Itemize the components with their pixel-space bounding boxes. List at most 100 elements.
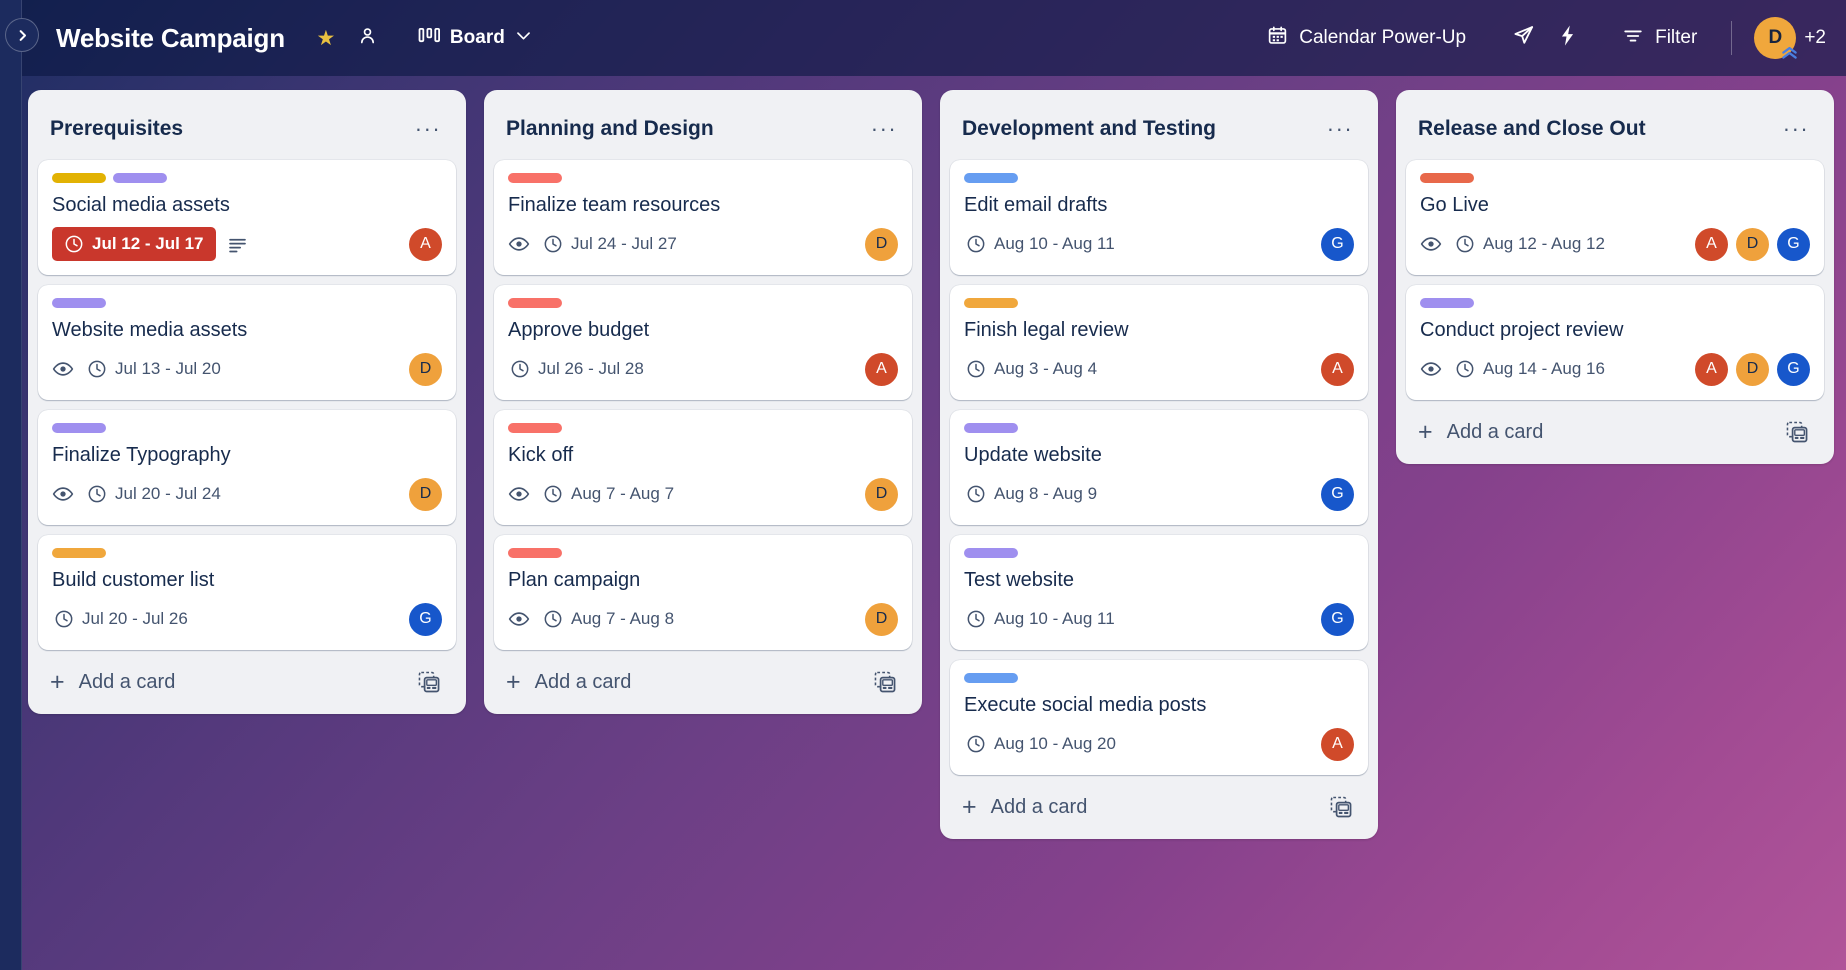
clock-icon: [1455, 234, 1475, 254]
due-date-badge[interactable]: Jul 20 - Jul 26: [52, 606, 190, 632]
card-label-chip[interactable]: [52, 548, 106, 558]
add-card-button[interactable]: + Add a card: [494, 652, 912, 714]
card-tile[interactable]: Execute social media posts Aug 10 - Aug …: [950, 660, 1368, 775]
list-title[interactable]: Planning and Design: [506, 117, 868, 141]
list-header: Planning and Design ···: [494, 100, 912, 160]
avatar[interactable]: G: [1321, 227, 1354, 261]
due-date-badge[interactable]: Aug 14 - Aug 16: [1453, 356, 1607, 382]
card-label-chip[interactable]: [52, 298, 106, 308]
list-title[interactable]: Prerequisites: [50, 117, 412, 141]
avatar[interactable]: D: [1736, 352, 1769, 386]
board-view-icon: [418, 26, 441, 50]
avatar[interactable]: D: [1736, 227, 1769, 261]
card-template-icon[interactable]: [414, 667, 444, 697]
due-date-badge[interactable]: Jul 26 - Jul 28: [508, 356, 646, 382]
star-button[interactable]: ★: [307, 19, 345, 57]
card-label-chip[interactable]: [508, 548, 562, 558]
list-actions-icon[interactable]: ···: [868, 113, 900, 145]
board-visibility-button[interactable]: [349, 19, 387, 57]
card-template-icon[interactable]: [870, 667, 900, 697]
avatar[interactable]: D: [865, 602, 898, 636]
card-tile[interactable]: Test website Aug 10 - Aug 11 G: [950, 535, 1368, 650]
board-header: Website Campaign ★ Board Calendar Power-…: [22, 0, 1846, 76]
avatar[interactable]: D: [865, 227, 898, 261]
card-tile[interactable]: Social media assets Jul 12 - Jul 17 A: [38, 160, 456, 275]
member-overflow-count[interactable]: +2: [1804, 27, 1826, 49]
card-label-chip[interactable]: [113, 173, 167, 183]
plus-icon: +: [962, 792, 977, 821]
card-template-icon[interactable]: [1326, 792, 1356, 822]
card-template-icon[interactable]: [1782, 417, 1812, 447]
due-date-badge[interactable]: Aug 10 - Aug 11: [964, 606, 1117, 632]
avatar[interactable]: A: [1321, 352, 1354, 386]
avatar[interactable]: D: [409, 477, 442, 511]
avatar[interactable]: D: [1754, 17, 1798, 59]
card-tile[interactable]: Kick off Aug 7 - Aug 7 D: [494, 410, 912, 525]
card-label-chip[interactable]: [52, 423, 106, 433]
card-label-chip[interactable]: [964, 673, 1018, 683]
avatar[interactable]: G: [1321, 477, 1354, 511]
card-tile[interactable]: Finalize Typography Jul 20 - Jul 24 D: [38, 410, 456, 525]
card-footer: Aug 7 - Aug 7 D: [508, 477, 898, 511]
list-actions-icon[interactable]: ···: [1780, 113, 1812, 145]
card-label-chip[interactable]: [964, 298, 1018, 308]
due-date-badge[interactable]: Aug 10 - Aug 20: [964, 731, 1118, 757]
automation-button[interactable]: [1548, 19, 1586, 57]
due-date-badge[interactable]: Aug 7 - Aug 8: [541, 606, 676, 632]
card-tile[interactable]: Edit email drafts Aug 10 - Aug 11 G: [950, 160, 1368, 275]
list-title[interactable]: Release and Close Out: [1418, 117, 1780, 141]
avatar[interactable]: A: [409, 227, 442, 261]
add-card-button[interactable]: + Add a card: [1406, 402, 1824, 464]
due-date-badge[interactable]: Aug 10 - Aug 11: [964, 231, 1117, 257]
card-tile[interactable]: Go Live Aug 12 - Aug 12 A D G: [1406, 160, 1824, 275]
add-card-label: Add a card: [534, 670, 632, 693]
card-label-chip[interactable]: [1420, 173, 1474, 183]
avatar[interactable]: D: [865, 477, 898, 511]
card-tile[interactable]: Conduct project review Aug 14 - Aug 16 A D…: [1406, 285, 1824, 400]
avatar[interactable]: D: [409, 352, 442, 386]
sidebar-expand-button[interactable]: [5, 18, 39, 52]
filter-button[interactable]: Filter: [1610, 17, 1709, 60]
due-date-badge[interactable]: Aug 7 - Aug 7: [541, 481, 676, 507]
card-tile[interactable]: Finish legal review Aug 3 - Aug 4 A: [950, 285, 1368, 400]
add-card-button[interactable]: + Add a card: [38, 652, 456, 714]
list-title[interactable]: Development and Testing: [962, 117, 1324, 141]
card-label-chip[interactable]: [508, 423, 562, 433]
card-label-chip[interactable]: [964, 423, 1018, 433]
card-tile[interactable]: Approve budget Jul 26 - Jul 28 A: [494, 285, 912, 400]
due-date-badge[interactable]: Aug 8 - Aug 9: [964, 481, 1099, 507]
card-label-chip[interactable]: [508, 298, 562, 308]
due-date-badge[interactable]: Jul 24 - Jul 27: [541, 231, 679, 257]
card-label-chip[interactable]: [1420, 298, 1474, 308]
avatar[interactable]: G: [1777, 352, 1810, 386]
avatar[interactable]: A: [865, 352, 898, 386]
card-tile[interactable]: Finalize team resources Jul 24 - Jul 27 D: [494, 160, 912, 275]
avatar[interactable]: G: [1777, 227, 1810, 261]
card-label-chip[interactable]: [964, 548, 1018, 558]
due-date-badge[interactable]: Jul 12 - Jul 17: [52, 227, 216, 261]
avatar[interactable]: G: [1321, 602, 1354, 636]
card-tile[interactable]: Plan campaign Aug 7 - Aug 8 D: [494, 535, 912, 650]
rocket-button[interactable]: [1504, 19, 1542, 57]
due-date-badge[interactable]: Aug 3 - Aug 4: [964, 356, 1099, 382]
avatar[interactable]: A: [1321, 727, 1354, 761]
avatar[interactable]: G: [409, 602, 442, 636]
avatar[interactable]: A: [1695, 352, 1728, 386]
calendar-powerup-button[interactable]: Calendar Power-Up: [1255, 17, 1478, 59]
view-switcher-button[interactable]: Board: [409, 20, 542, 56]
card-label-chip[interactable]: [52, 173, 106, 183]
add-card-button[interactable]: + Add a card: [950, 777, 1368, 839]
due-date-badge[interactable]: Aug 12 - Aug 12: [1453, 231, 1607, 257]
due-date-badge[interactable]: Jul 13 - Jul 20: [85, 356, 223, 382]
card-label-chip[interactable]: [508, 173, 562, 183]
card-tile[interactable]: Update website Aug 8 - Aug 9 G: [950, 410, 1368, 525]
card-tile[interactable]: Website media assets Jul 13 - Jul 20 D: [38, 285, 456, 400]
list-header: Release and Close Out ···: [1406, 100, 1824, 160]
avatar[interactable]: A: [1695, 227, 1728, 261]
card-tile[interactable]: Build customer list Jul 20 - Jul 26 G: [38, 535, 456, 650]
due-date-badge[interactable]: Jul 20 - Jul 24: [85, 481, 223, 507]
list-actions-icon[interactable]: ···: [1324, 113, 1356, 145]
card-label-chip[interactable]: [964, 173, 1018, 183]
board-title-wrap[interactable]: Website Campaign: [56, 23, 285, 54]
list-actions-icon[interactable]: ···: [412, 113, 444, 145]
